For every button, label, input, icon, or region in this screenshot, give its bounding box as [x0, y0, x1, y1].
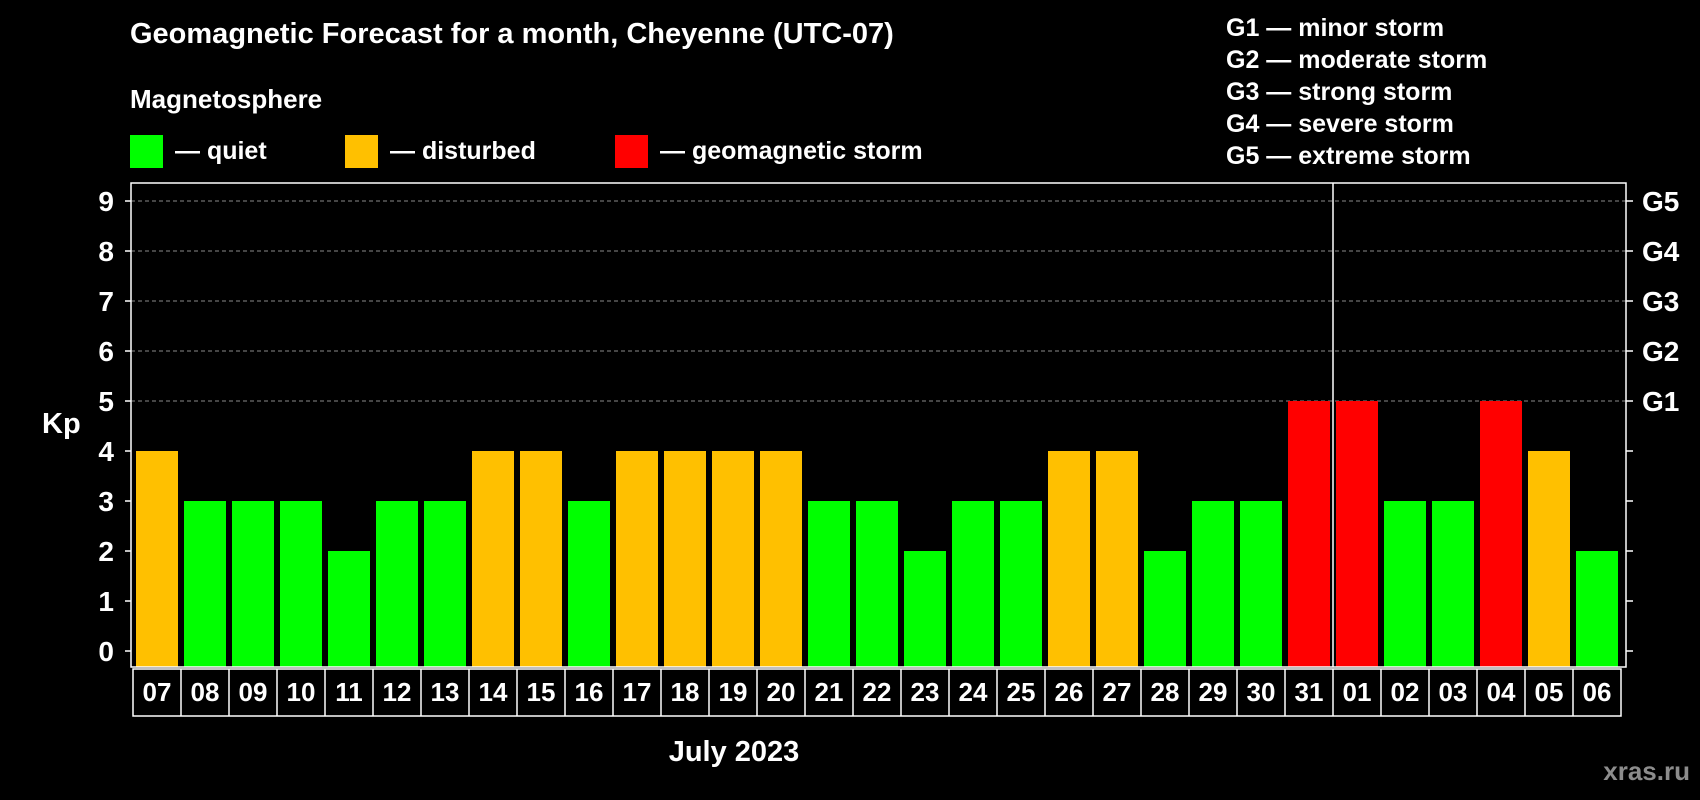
bar-23 — [904, 551, 946, 667]
bar-26 — [1048, 451, 1090, 667]
bar-28 — [1144, 551, 1186, 667]
bar-21 — [808, 501, 850, 667]
bar-02 — [1384, 501, 1426, 667]
bar-20 — [760, 451, 802, 667]
x-tick-label-02: 02 — [1391, 677, 1420, 707]
x-tick-label-21: 21 — [815, 677, 844, 707]
y-tick-label-1: 1 — [98, 586, 114, 617]
bar-09 — [232, 501, 274, 667]
kp-bar-chart: 0123456789G1G2G3G4G507 08 09 10 11 12 13 14 15 16… — [98, 182, 1680, 717]
right-tick-label-G3: G3 — [1642, 286, 1679, 317]
bar-08 — [184, 501, 226, 667]
y-tick-label-2: 2 — [98, 536, 114, 567]
bar-07 — [136, 451, 178, 667]
bar-14 — [472, 451, 514, 667]
y-axis-label: Kp — [42, 408, 81, 440]
x-tick-label-01: 01 — [1343, 677, 1372, 707]
y-tick-label-0: 0 — [98, 636, 114, 667]
bar-17 — [616, 451, 658, 667]
bar-29 — [1192, 501, 1234, 667]
bar-16 — [568, 501, 610, 667]
x-tick-label-27: 27 — [1103, 677, 1132, 707]
x-tick-label-14: 14 — [479, 677, 508, 707]
bar-12 — [376, 501, 418, 667]
x-tick-label-31: 31 — [1295, 677, 1324, 707]
bar-19 — [712, 451, 754, 667]
bar-01 — [1336, 401, 1378, 667]
bar-06 — [1576, 551, 1618, 667]
x-tick-label-07: 07 — [143, 677, 172, 707]
x-tick-label-10: 10 — [287, 677, 316, 707]
bar-30 — [1240, 501, 1282, 667]
y-tick-label-9: 9 — [98, 186, 114, 217]
x-tick-label-13: 13 — [431, 677, 460, 707]
bar-24 — [952, 501, 994, 667]
bar-10 — [280, 501, 322, 667]
x-tick-label-04: 04 — [1487, 677, 1516, 707]
bar-15 — [520, 451, 562, 667]
x-tick-label-20: 20 — [767, 677, 796, 707]
y-tick-label-4: 4 — [98, 436, 114, 467]
x-tick-label-23: 23 — [911, 677, 940, 707]
watermark: xras.ru — [1603, 756, 1690, 786]
x-tick-label-11: 11 — [335, 677, 363, 707]
x-tick-label-09: 09 — [239, 677, 268, 707]
right-tick-label-G5: G5 — [1642, 186, 1679, 217]
bar-04 — [1480, 401, 1522, 667]
bar-25 — [1000, 501, 1042, 667]
right-tick-label-G2: G2 — [1642, 336, 1679, 367]
x-tick-label-24: 24 — [959, 677, 988, 707]
x-tick-label-03: 03 — [1439, 677, 1468, 707]
bar-05 — [1528, 451, 1570, 667]
x-tick-label-30: 30 — [1247, 677, 1276, 707]
y-tick-label-7: 7 — [98, 286, 114, 317]
bar-13 — [424, 501, 466, 667]
bar-27 — [1096, 451, 1138, 667]
x-tick-label-18: 18 — [671, 677, 700, 707]
right-tick-label-G1: G1 — [1642, 386, 1679, 417]
x-tick-label-08: 08 — [191, 677, 220, 707]
x-tick-label-28: 28 — [1151, 677, 1180, 707]
x-tick-label-16: 16 — [575, 677, 604, 707]
x-tick-label-17: 17 — [623, 677, 652, 707]
x-tick-label-29: 29 — [1199, 677, 1228, 707]
y-tick-label-3: 3 — [98, 486, 114, 517]
y-tick-label-8: 8 — [98, 236, 114, 267]
x-axis-label: July 2023 — [668, 736, 800, 768]
bar-03 — [1432, 501, 1474, 667]
bar-22 — [856, 501, 898, 667]
bar-31 — [1288, 401, 1330, 667]
bar-11 — [328, 551, 370, 667]
y-tick-label-6: 6 — [98, 336, 114, 367]
x-tick-label-26: 26 — [1055, 677, 1084, 707]
x-tick-label-05: 05 — [1535, 677, 1564, 707]
bar-18 — [664, 451, 706, 667]
x-tick-label-22: 22 — [863, 677, 892, 707]
x-tick-label-15: 15 — [527, 677, 556, 707]
right-tick-label-G4: G4 — [1642, 236, 1680, 267]
x-tick-label-06: 06 — [1583, 677, 1612, 707]
x-tick-label-19: 19 — [719, 677, 748, 707]
x-tick-label-25: 25 — [1007, 677, 1036, 707]
x-tick-label-12: 12 — [383, 677, 412, 707]
y-tick-label-5: 5 — [98, 386, 114, 417]
